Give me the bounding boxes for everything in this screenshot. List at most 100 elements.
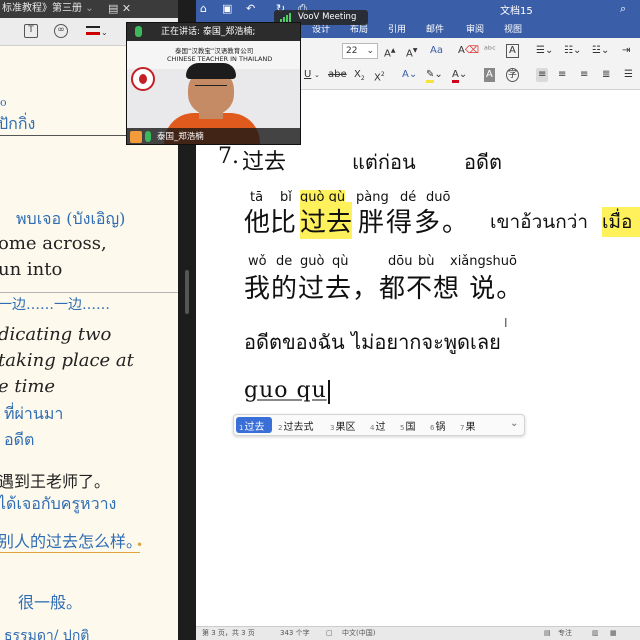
link-icon[interactable]: ∞: [54, 24, 68, 38]
speaking-label: 正在讲话: 泰国_郑浩楠;: [161, 27, 256, 37]
font-size-value: 22: [346, 46, 358, 56]
heading-thai-2: อดีต: [464, 150, 502, 174]
print-layout-icon[interactable]: ▦: [610, 627, 617, 640]
status-lang[interactable]: 中文(中国): [342, 627, 375, 640]
same-time-text: e time: [0, 376, 56, 397]
tab-mailings[interactable]: 邮件: [426, 22, 444, 35]
thai-partial: ปักกิ่ง: [0, 114, 36, 133]
justify-icon[interactable]: ≣: [602, 68, 610, 82]
search-icon[interactable]: ⌕: [620, 2, 626, 16]
past-thai: ที่ผ่านมา: [4, 404, 64, 423]
ime-candidate[interactable]: 7果: [460, 418, 475, 433]
text-effects-icon[interactable]: A⌄: [402, 68, 417, 82]
indicating-text: dicating two: [0, 324, 112, 345]
pinyin: bù: [418, 254, 435, 269]
banner-en: CHINESE TEACHER IN THAILAND: [167, 55, 273, 63]
speaking-bar: 正在讲话: 泰国_郑浩楠;: [127, 23, 300, 41]
home-icon[interactable]: ⌂: [200, 2, 207, 15]
underline-dropdown[interactable]: ⌄: [314, 68, 320, 82]
taking-place-text: taking place at: [0, 350, 134, 371]
sentence2-cn: 别人的过去怎么样。: [0, 532, 143, 551]
ime-candidate[interactable]: 6锅: [430, 418, 445, 433]
sentence2-thai: อดีตของฉัน ไม่อยากจะพูดเลย: [244, 330, 501, 354]
undo-icon[interactable]: ↶: [246, 2, 255, 15]
sentence-cn: 遇到王老师了。: [0, 472, 111, 491]
text-box-icon[interactable]: T: [24, 24, 38, 38]
pen-icon[interactable]: [84, 24, 102, 38]
ime-candidate-selected[interactable]: 1过去: [236, 417, 272, 433]
heading-cn: 过去: [242, 150, 287, 175]
change-case-icon[interactable]: Aa: [430, 44, 443, 58]
superscript-icon[interactable]: X2: [374, 68, 385, 85]
pinyin: de: [276, 254, 293, 269]
bullet-mark: •: [136, 538, 144, 552]
highlight-icon[interactable]: ✎⌄: [426, 68, 443, 83]
ime-candidate[interactable]: 5国: [400, 418, 415, 433]
ime-candidate[interactable]: 1过去: [239, 418, 264, 433]
mic-icon: [135, 26, 142, 37]
tab-view[interactable]: 视图: [504, 22, 522, 35]
char-border-icon[interactable]: A: [506, 44, 519, 58]
numbering-icon[interactable]: ☷⌄: [564, 44, 581, 58]
subscript-icon[interactable]: X2: [354, 68, 365, 86]
heading-thai-1: แต่ก่อน: [352, 150, 416, 174]
phonetic-guide-icon[interactable]: ᵃᵇᶜ: [484, 44, 496, 58]
read-mode-icon[interactable]: ▥: [592, 627, 599, 640]
ime-candidate[interactable]: 3果区: [330, 418, 355, 433]
clear-format-icon[interactable]: A⌫: [458, 44, 479, 58]
dots-phrase: 一边……一边……: [0, 297, 110, 313]
font-color-icon[interactable]: A⌄: [452, 68, 467, 83]
align-right-icon[interactable]: ≡: [580, 68, 588, 82]
tab-references[interactable]: 引用: [388, 22, 406, 35]
sentence1-end: 胖得多。: [358, 208, 471, 238]
ime-candidate-bar[interactable]: 1过去 2过去式 3果区 4过 5国 6锅 7果 ⌄: [233, 414, 525, 436]
distributed-icon[interactable]: ☰: [624, 68, 633, 82]
split-grip[interactable]: [185, 270, 189, 314]
strikethrough-icon[interactable]: abe: [328, 68, 347, 82]
align-left-icon[interactable]: ≡: [536, 68, 549, 82]
shrink-font-icon[interactable]: A▼: [406, 44, 417, 61]
sentence1-start: 他比: [244, 208, 297, 238]
past-thai-2: อดีต: [4, 430, 35, 449]
user-avatar-icon: [130, 131, 142, 143]
sentence1-thai: เขาอ้วนกว่า: [490, 211, 589, 233]
enclose-char-icon[interactable]: 字: [506, 68, 520, 82]
word-titlebar: ⌂ ▣ ↶ ↻ ⎙ 文档15 ⌕: [196, 0, 640, 18]
status-focus[interactable]: 专注: [558, 627, 572, 640]
align-center-icon[interactable]: ≡: [558, 68, 566, 82]
ime-candidate[interactable]: 2过去式: [278, 418, 313, 433]
video-window[interactable]: 正在讲话: 泰国_郑浩楠; 泰国“汉教宝”汉语教育公司 CHINESE TEAC…: [126, 22, 301, 145]
pinyin: qù: [332, 254, 349, 269]
ime-candidate[interactable]: 4过: [370, 418, 385, 433]
document-title: 文档15: [500, 6, 533, 17]
divider-line: [0, 292, 178, 293]
vocab-thai: พบเจอ (บังเอิญ): [16, 209, 126, 228]
bullets-icon[interactable]: ☰⌄: [536, 44, 553, 58]
person-hair: [186, 63, 236, 79]
sentence1-highlight: 过去: [300, 202, 353, 239]
save-icon[interactable]: ▣: [222, 2, 232, 15]
underline-icon[interactable]: U: [304, 68, 311, 82]
document-page[interactable]: 7. 过去 แต่ก่อน อดีต tā bǐ guò qù pàng dé …: [196, 90, 640, 626]
ime-expand-icon[interactable]: ⌄: [510, 418, 518, 429]
tab-review[interactable]: 审阅: [466, 22, 484, 35]
banner-cn: 泰国“汉教宝”汉语教育公司: [175, 47, 254, 55]
pinyin: xiǎngshuō: [450, 254, 517, 269]
mic-icon: [145, 131, 151, 142]
grow-font-icon[interactable]: A▲: [384, 44, 395, 61]
proofing-icon[interactable]: ▢: [326, 627, 333, 640]
multilevel-icon[interactable]: ☳⌄: [592, 44, 609, 58]
color-dropdown[interactable]: ⌄: [101, 28, 108, 37]
sentence1-thai-highlight: เมื่อ: [602, 207, 640, 237]
ime-composition[interactable]: guo qu: [244, 378, 327, 403]
sentence2: 我的过去，都不想 说。: [244, 274, 524, 304]
char-shading-icon[interactable]: A: [484, 68, 495, 82]
general-text: 很一般。: [18, 593, 83, 612]
indent-icon[interactable]: ⇥: [622, 44, 630, 58]
vocab-en-1: ome across,: [0, 233, 107, 254]
pinyin: wǒ: [248, 254, 267, 269]
focus-icon[interactable]: ▤: [544, 627, 551, 640]
font-size-select[interactable]: 22 ⌄: [342, 43, 378, 59]
status-words: 343 个字: [280, 629, 310, 637]
pdf-toolbar-glyphs: ▤ ✕: [108, 2, 132, 15]
